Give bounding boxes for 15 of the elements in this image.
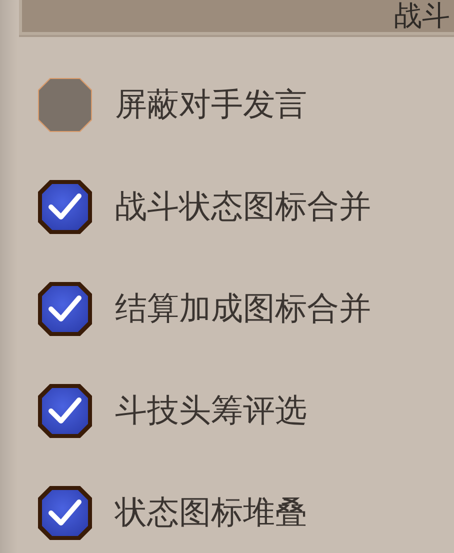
checkbox[interactable] — [38, 282, 92, 336]
option-label: 结算加成图标合并 — [115, 288, 371, 329]
check-icon — [48, 192, 82, 222]
section-title: 战斗 — [394, 0, 450, 32]
checkbox[interactable] — [38, 486, 92, 540]
option-label: 战斗状态图标合并 — [115, 186, 371, 227]
check-icon — [48, 498, 82, 528]
option-label: 屏蔽对手发言 — [115, 84, 307, 125]
check-icon — [48, 294, 82, 324]
checkbox[interactable] — [38, 384, 92, 438]
option-label: 状态图标堆叠 — [115, 492, 307, 533]
checkbox[interactable] — [38, 180, 92, 234]
checkbox[interactable] — [38, 78, 92, 132]
option-label: 斗技头筹评选 — [115, 390, 307, 431]
check-icon — [48, 396, 82, 426]
